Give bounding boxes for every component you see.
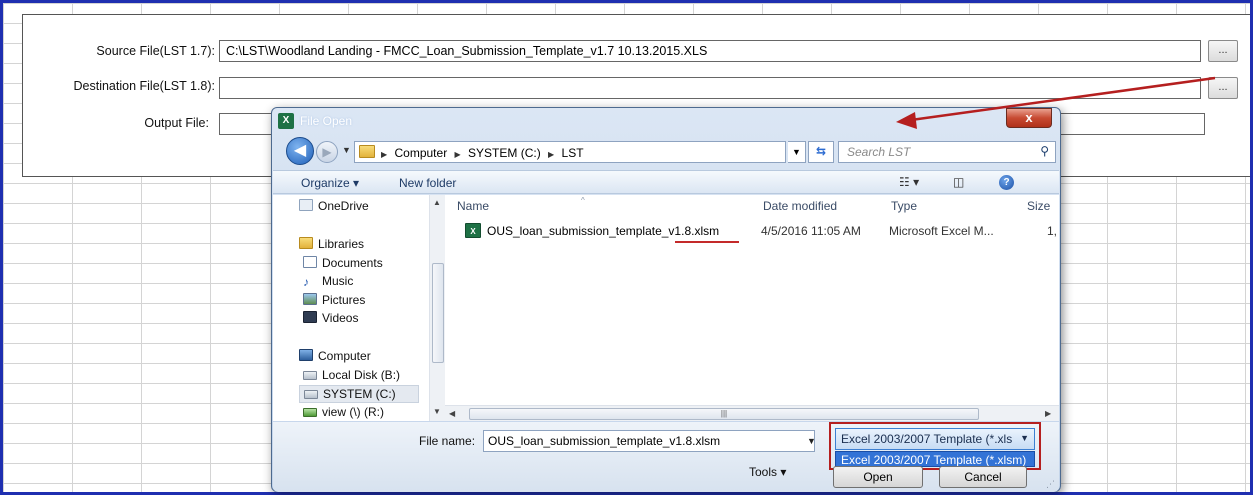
- onedrive-icon: [299, 199, 313, 211]
- scroll-up-icon[interactable]: ▲: [433, 198, 441, 207]
- file-date-modified: 4/5/2016 11:05 AM: [761, 224, 861, 238]
- documents-icon: [303, 256, 317, 268]
- dialog-title-bar[interactable]: X File Open: [278, 112, 678, 132]
- help-icon[interactable]: ?: [999, 175, 1014, 190]
- nav-item-libraries[interactable]: Libraries: [299, 237, 364, 251]
- destination-file-field[interactable]: [219, 77, 1201, 99]
- navigation-pane: OneDrive Libraries Documents ♪ Music Pict…: [273, 195, 445, 421]
- scroll-right-icon[interactable]: ▶: [1045, 409, 1051, 418]
- destination-browse-button[interactable]: ...: [1208, 77, 1238, 99]
- resize-grip-icon[interactable]: ⋰: [1046, 479, 1055, 490]
- disk-icon: [303, 371, 317, 380]
- nav-item-documents[interactable]: Documents: [303, 256, 383, 270]
- nav-item-pictures[interactable]: Pictures: [303, 293, 365, 307]
- navigation-scrollbar[interactable]: ▲ ▼: [429, 195, 445, 421]
- breadcrumb-computer[interactable]: Computer: [395, 146, 448, 160]
- column-header-name[interactable]: Name ^: [457, 196, 585, 213]
- folder-icon: [359, 145, 375, 158]
- file-list-horizontal-scrollbar[interactable]: ◀ ||| ▶: [445, 405, 1059, 421]
- annotation-highlight-box: [829, 422, 1041, 470]
- annotation-underline: [675, 241, 739, 243]
- recent-locations-chevron-icon[interactable]: ▼: [342, 145, 351, 155]
- search-input[interactable]: Search LST ⚲: [838, 141, 1056, 163]
- network-drive-icon: [303, 408, 317, 417]
- breadcrumb-separator-icon[interactable]: ▶: [455, 150, 461, 159]
- scroll-left-icon[interactable]: ◀: [449, 409, 455, 418]
- pictures-icon: [303, 293, 317, 305]
- file-type: Microsoft Excel M...: [889, 224, 994, 238]
- nav-item-view-r[interactable]: view (\) (R:): [303, 405, 384, 419]
- new-folder-button[interactable]: New folder: [399, 176, 456, 190]
- file-list-pane: Name ^ Date modified Type Size X OUS_loa…: [445, 195, 1059, 405]
- nav-item-local-disk-b[interactable]: Local Disk (B:): [303, 368, 400, 382]
- dialog-close-button[interactable]: x: [1006, 108, 1052, 128]
- column-header-size[interactable]: Size: [1027, 199, 1050, 213]
- breadcrumb: ▶ Computer ▶ SYSTEM (C:) ▶ LST: [381, 146, 588, 160]
- source-browse-button[interactable]: ...: [1208, 40, 1238, 62]
- sort-caret-icon: ^: [581, 196, 585, 205]
- file-size: 1,: [1047, 224, 1058, 238]
- libraries-icon: [299, 237, 313, 249]
- nav-item-computer[interactable]: Computer: [299, 349, 371, 363]
- file-name: OUS_loan_submission_template_v1.8.xlsm: [487, 224, 720, 238]
- view-options-icon[interactable]: ☷ ▾: [899, 175, 919, 189]
- file-row[interactable]: X OUS_loan_submission_template_v1.8.xlsm…: [465, 222, 1058, 243]
- nav-item-videos[interactable]: Videos: [303, 311, 358, 325]
- file-name-label: File name:: [419, 434, 476, 448]
- output-file-label: Output File:: [144, 116, 209, 130]
- breadcrumb-separator-icon[interactable]: ▶: [548, 150, 554, 159]
- tools-button[interactable]: Tools ▾: [749, 465, 786, 479]
- file-name-input[interactable]: OUS_loan_submission_template_v1.8.xlsm: [483, 430, 815, 452]
- navigation-scroll-thumb[interactable]: [432, 263, 444, 363]
- column-header-type[interactable]: Type: [891, 199, 917, 213]
- disk-icon: [304, 390, 318, 399]
- dialog-footer: File name: OUS_loan_submission_template_…: [273, 422, 1059, 492]
- column-header-date-modified[interactable]: Date modified: [763, 199, 837, 213]
- search-icon[interactable]: ⚲: [1040, 144, 1049, 158]
- computer-icon: [299, 349, 313, 361]
- open-button[interactable]: Open: [833, 466, 923, 488]
- breadcrumb-separator-icon: ▶: [381, 150, 388, 159]
- excel-icon: X: [278, 113, 294, 129]
- refresh-icon[interactable]: ⇆: [808, 141, 834, 163]
- music-icon: ♪: [303, 275, 309, 289]
- nav-item-music[interactable]: ♪ Music: [303, 274, 353, 289]
- organize-button[interactable]: Organize ▾: [301, 176, 359, 190]
- breadcrumb-lst[interactable]: LST: [562, 146, 584, 160]
- file-name-chevron-icon[interactable]: ▼: [807, 436, 816, 446]
- dialog-title: File Open: [300, 114, 353, 128]
- videos-icon: [303, 311, 317, 323]
- address-bar[interactable]: ▶ Computer ▶ SYSTEM (C:) ▶ LST: [354, 141, 786, 163]
- address-history-chevron-icon[interactable]: ▼: [788, 141, 806, 163]
- source-file-label: Source File(LST 1.7):: [96, 44, 215, 58]
- scroll-down-icon[interactable]: ▼: [433, 407, 441, 416]
- horizontal-scroll-thumb[interactable]: |||: [469, 408, 979, 420]
- preview-pane-icon[interactable]: ◫: [953, 175, 964, 189]
- file-open-dialog: X File Open x ◀ ▶ ▼ ▶ Computer ▶ SYSTEM …: [271, 107, 1061, 492]
- dialog-toolbar: Organize ▾ New folder ☷ ▾ ◫ ?: [273, 170, 1059, 194]
- excel-file-icon: X: [465, 223, 481, 238]
- search-placeholder: Search LST: [847, 145, 911, 159]
- nav-item-system-c[interactable]: SYSTEM (C:): [299, 385, 419, 403]
- back-arrow-icon[interactable]: ◀: [286, 137, 314, 165]
- destination-file-label: Destination File(LST 1.8):: [73, 79, 216, 93]
- nav-item-onedrive[interactable]: OneDrive: [299, 199, 369, 213]
- breadcrumb-system-c[interactable]: SYSTEM (C:): [468, 146, 541, 160]
- source-file-field[interactable]: C:\LST\Woodland Landing - FMCC_Loan_Subm…: [219, 40, 1201, 62]
- cancel-button[interactable]: Cancel: [939, 466, 1027, 488]
- forward-arrow-icon[interactable]: ▶: [316, 141, 338, 163]
